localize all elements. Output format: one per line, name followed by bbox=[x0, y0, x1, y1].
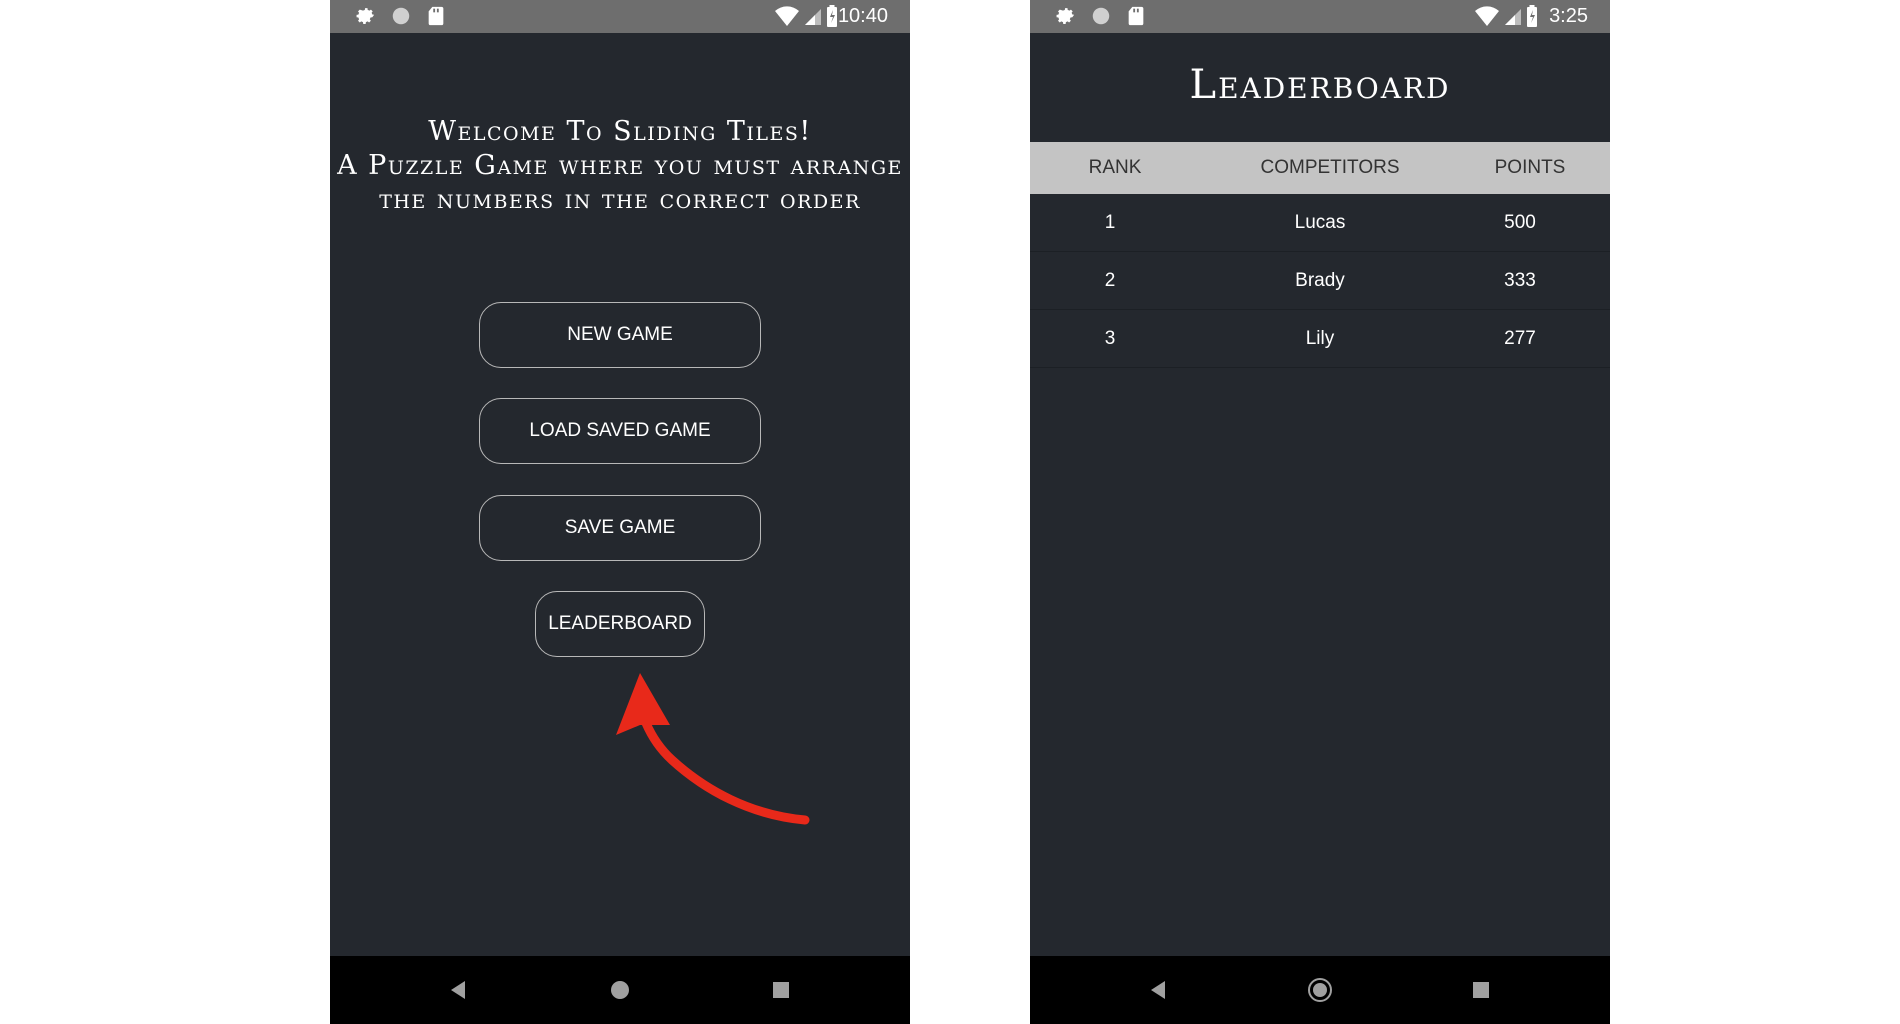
gear-icon bbox=[1056, 8, 1075, 24]
arrow-annotation-icon bbox=[616, 673, 810, 825]
column-header-rank[interactable]: RANK bbox=[1060, 157, 1170, 179]
welcome-line-1: Welcome To Sliding Tiles! bbox=[428, 116, 812, 147]
signal-icon bbox=[1505, 9, 1521, 25]
back-icon[interactable] bbox=[445, 976, 473, 1004]
points-cell: 500 bbox=[1504, 212, 1536, 233]
rank-cell: 1 bbox=[1104, 212, 1116, 233]
navigation-bar bbox=[1030, 956, 1610, 1024]
status-time: 10:40 bbox=[837, 5, 888, 27]
battery-icon bbox=[1527, 5, 1537, 27]
battery-icon bbox=[827, 5, 837, 27]
rank-cell: 3 bbox=[1104, 328, 1116, 349]
new-game-button[interactable]: NEW GAME bbox=[479, 302, 761, 368]
column-header-points[interactable]: POINTS bbox=[1470, 157, 1590, 179]
leaderboard-button[interactable]: LEADERBOARD bbox=[535, 591, 705, 657]
competitor-cell: Lucas bbox=[1294, 212, 1346, 233]
column-header-competitors[interactable]: COMPETITORS bbox=[1220, 157, 1440, 179]
table-header: RANK COMPETITORS POINTS bbox=[1030, 142, 1610, 194]
home-icon[interactable] bbox=[1306, 976, 1334, 1004]
table-row: 3 Lily 277 bbox=[1030, 310, 1610, 368]
page-title: Leaderboard bbox=[1189, 62, 1451, 108]
status-bar: 10:40 bbox=[330, 0, 910, 33]
points-cell: 333 bbox=[1504, 270, 1536, 291]
welcome-message: Welcome To Sliding Tiles! A Puzzle Game … bbox=[330, 115, 910, 217]
wifi-icon bbox=[1475, 6, 1499, 27]
circle-icon bbox=[1092, 7, 1110, 25]
welcome-line-2: A Puzzle Game where you must arrange bbox=[337, 150, 903, 181]
competitor-cell: Lily bbox=[1305, 328, 1335, 349]
back-icon[interactable] bbox=[1145, 976, 1173, 1004]
welcome-line-3: the numbers in the correct order bbox=[379, 184, 861, 215]
home-icon[interactable] bbox=[606, 976, 634, 1004]
recents-icon[interactable] bbox=[767, 976, 795, 1004]
status-bar: 3:25 bbox=[1030, 0, 1610, 33]
recents-icon[interactable] bbox=[1467, 976, 1495, 1004]
points-cell: 277 bbox=[1504, 328, 1536, 349]
leaderboard-screen: 3:25 Leaderboard RANK COMPETITORS POINTS… bbox=[1030, 0, 1610, 1024]
circle-icon bbox=[392, 7, 410, 25]
signal-icon bbox=[805, 9, 821, 25]
status-time: 3:25 bbox=[1549, 5, 1588, 27]
load-saved-game-button[interactable]: LOAD SAVED GAME bbox=[479, 398, 761, 464]
gear-icon bbox=[356, 8, 375, 24]
save-game-button[interactable]: SAVE GAME bbox=[479, 495, 761, 561]
wifi-icon bbox=[775, 6, 799, 27]
sd-card-icon bbox=[428, 6, 444, 26]
sd-card-icon bbox=[1128, 6, 1144, 26]
main-menu-screen: 10:40 Welcome To Sliding Tiles! A Puzzle… bbox=[330, 0, 910, 1024]
table-row: 1 Lucas 500 bbox=[1030, 194, 1610, 252]
table-row: 2 Brady 333 bbox=[1030, 252, 1610, 310]
competitor-cell: Brady bbox=[1295, 270, 1345, 291]
navigation-bar bbox=[330, 956, 910, 1024]
rank-cell: 2 bbox=[1104, 270, 1116, 291]
